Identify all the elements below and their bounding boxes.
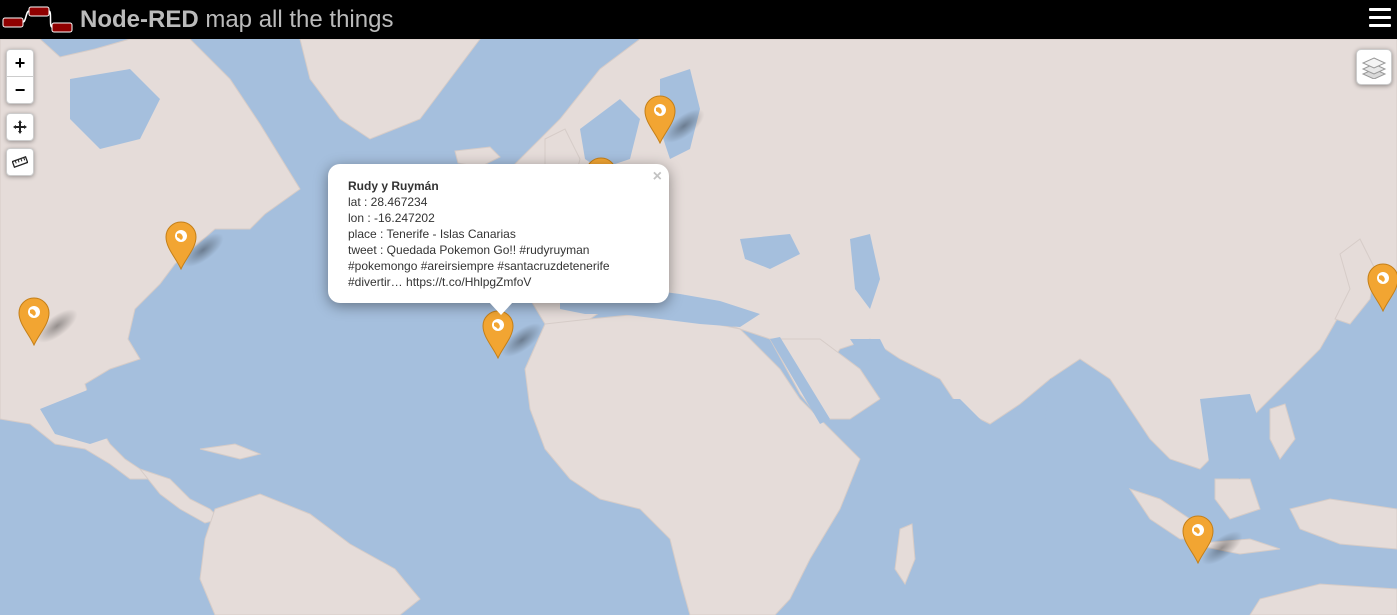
ruler-icon xyxy=(12,155,28,169)
close-icon[interactable]: × xyxy=(653,168,662,186)
popup-line-link[interactable]: #divertir… https://t.co/HhlpgZmfoV xyxy=(348,274,610,290)
popup-content: Rudy y Ruymán lat : 28.467234 lon : -16.… xyxy=(348,178,610,290)
popup-line-hashtags: #pokemongo #areirsiempre #santacruzdeten… xyxy=(348,259,610,273)
map-marker-japan[interactable] xyxy=(1366,262,1397,312)
crosshair-icon xyxy=(13,120,27,134)
page-title: Node-RED map all the things xyxy=(80,5,393,35)
popup-line-lon: lon : -16.247202 xyxy=(348,211,435,225)
map-marker-indonesia[interactable] xyxy=(1181,514,1215,564)
popup-line-tweet: tweet : Quedada Pokemon Go!! #rudyruyman xyxy=(348,243,590,257)
page-subtitle: map all the things xyxy=(205,6,394,33)
layers-button[interactable] xyxy=(1356,49,1392,85)
brand-name: Node-RED xyxy=(80,6,199,33)
popup-line-place: place : Tenerife - Islas Canarias xyxy=(348,227,516,241)
header-bar: Node-RED map all the things xyxy=(0,0,1397,39)
popup-title: Rudy y Ruymán xyxy=(348,179,439,193)
map-marker-texas[interactable] xyxy=(17,296,51,346)
node-red-logo xyxy=(2,6,73,33)
popup-line-lat: lat : 28.467234 xyxy=(348,195,428,209)
map-marker-northeast-us[interactable] xyxy=(164,220,198,270)
hamburger-menu-icon[interactable] xyxy=(1369,8,1391,30)
zoom-in-button[interactable]: + xyxy=(7,50,33,76)
zoom-control: + − xyxy=(6,49,34,104)
popup-tip xyxy=(489,302,513,315)
world-map[interactable]: + − xyxy=(0,39,1397,615)
marker-popup: × Rudy y Ruymán lat : 28.467234 lon : -1… xyxy=(328,164,669,315)
layers-icon xyxy=(1361,57,1387,79)
locate-button[interactable] xyxy=(6,113,34,141)
zoom-out-button[interactable]: − xyxy=(7,76,33,103)
map-marker-tenerife[interactable] xyxy=(481,309,515,359)
map-marker-scandinavia[interactable] xyxy=(643,94,677,144)
measure-button[interactable] xyxy=(6,148,34,176)
